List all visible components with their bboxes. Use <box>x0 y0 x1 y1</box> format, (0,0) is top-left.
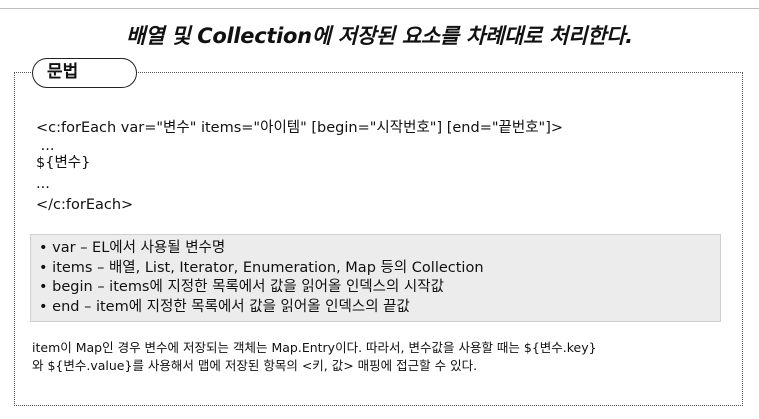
syntax-line-open-tag: <c:forEach var="변수" items="아이템" [begin="… <box>36 120 564 136</box>
syntax-code-block: <c:forEach var="변수" items="아이템" [begin="… <box>36 118 736 216</box>
note-line: item이 Map인 경우 변수에 저장되는 객체는 Map.Entry이다. … <box>32 340 597 355</box>
attribute-var: • var – EL에서 사용될 변수명 <box>39 240 226 256</box>
section-label: 문법 <box>32 58 137 88</box>
attribute-items: • items – 배열, List, Iterator, Enumeratio… <box>39 259 484 276</box>
attribute-list: • var – EL에서 사용될 변수명 • items – 배열, List,… <box>30 234 721 322</box>
syntax-line-close-tag: </c:forEach> <box>36 197 134 213</box>
map-usage-note: item이 Map인 경우 변수에 저장되는 객체는 Map.Entry이다. … <box>32 339 732 375</box>
attribute-begin: • begin – items에 지정한 목록에서 값을 읽어올 인덱스의 시작… <box>39 279 444 295</box>
top-divider <box>0 8 759 9</box>
page-title: 배열 및 Collection에 저장된 요소를 차례대로 처리한다. <box>126 24 633 48</box>
note-line: 와 ${변수.value}를 사용해서 맵에 저장된 항목의 <키, 값> 매핑… <box>32 358 478 373</box>
syntax-line-variable: ${변수} <box>36 155 91 171</box>
attribute-end: • end – item에 지정한 목록에서 값을 읽어올 인덱스의 끝값 <box>39 298 410 315</box>
syntax-line-ellipsis: ... <box>36 138 55 154</box>
syntax-line-ellipsis: ... <box>36 176 50 192</box>
